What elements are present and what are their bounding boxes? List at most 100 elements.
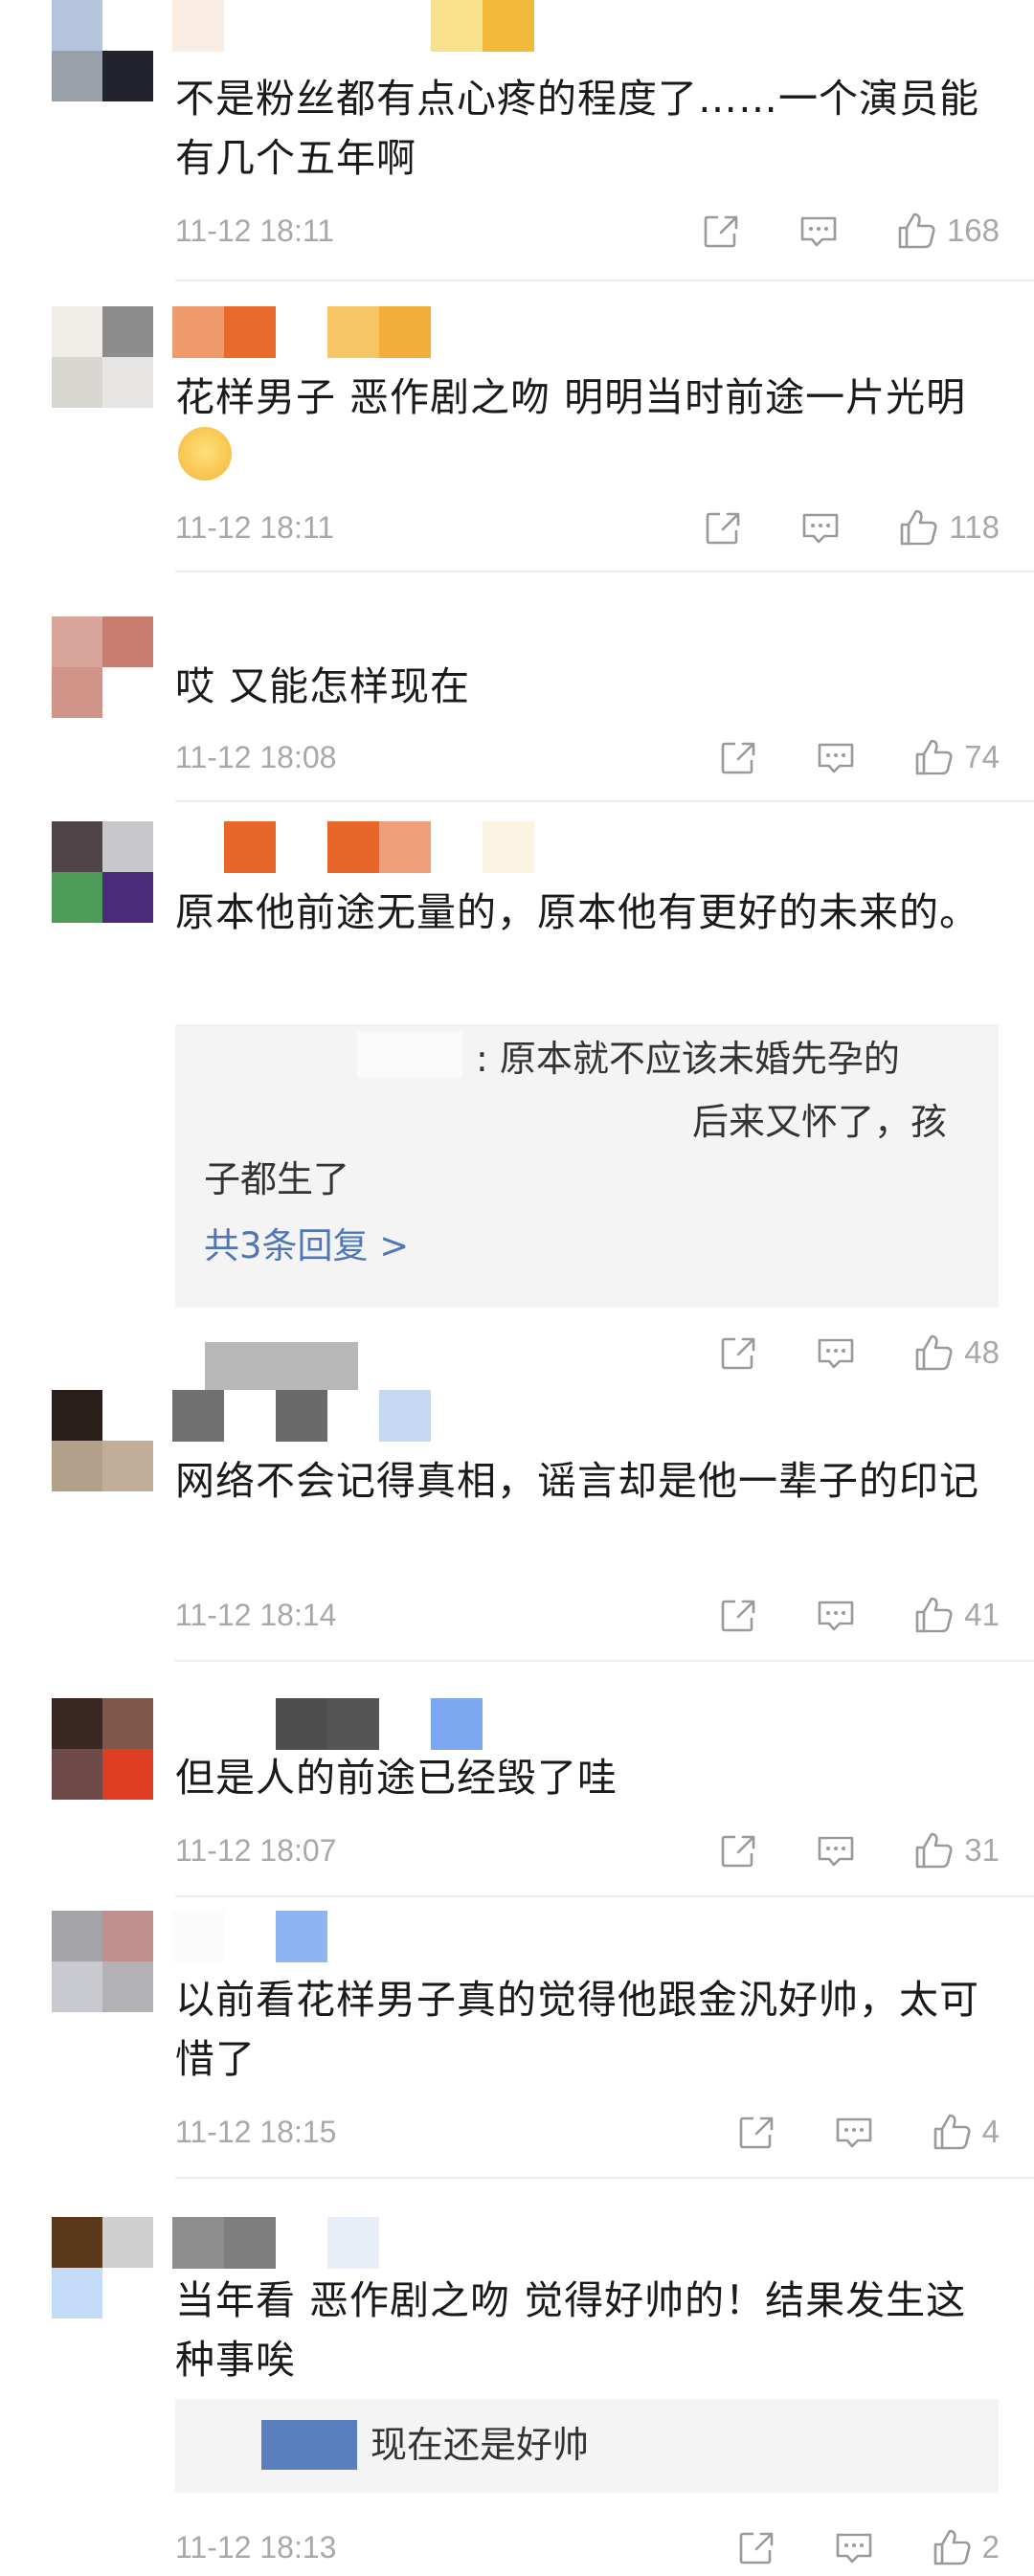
divider — [175, 1660, 1034, 1662]
comment-text: 但是人的前途已经毁了哇 — [175, 1755, 618, 1801]
avatar[interactable] — [52, 1698, 153, 1800]
share-icon — [721, 1835, 755, 1868]
username-blurred[interactable] — [172, 1911, 379, 1962]
like-button[interactable]: 31 — [912, 1829, 1000, 1871]
action-bar: 2 — [680, 2523, 1000, 2571]
share-button[interactable] — [735, 2111, 777, 2153]
like-count: 2 — [981, 2529, 1000, 2565]
comment-icon — [818, 1836, 854, 1867]
avatar[interactable] — [52, 0, 153, 101]
like-icon — [915, 739, 953, 775]
reply-button[interactable] — [815, 1829, 857, 1871]
reply-button[interactable] — [798, 210, 840, 252]
share-button[interactable] — [735, 2526, 777, 2568]
reply-preview[interactable]: 现在还是好帅 — [175, 2399, 999, 2493]
divider — [175, 571, 1034, 572]
reply-username-blurred — [357, 1032, 462, 1078]
reply-text-1: 现在还是好帅 — [371, 2424, 590, 2466]
comment-text: 原本他前途无量的，原本他有更好的未来的。 — [175, 889, 979, 935]
reply-button[interactable] — [833, 2111, 875, 2153]
divider — [175, 2177, 1034, 2179]
username-blurred[interactable] — [172, 821, 534, 873]
timestamp: 11-12 18:11 — [175, 213, 335, 248]
action-bar: 48 — [662, 1329, 1000, 1377]
username-blurred[interactable] — [172, 0, 534, 52]
username-blurred[interactable] — [172, 2217, 379, 2269]
share-button[interactable] — [717, 736, 759, 778]
share-button[interactable] — [702, 506, 744, 549]
action-bar: 168 — [644, 207, 1000, 255]
comment-meta: 11-12 18:08 74 — [175, 733, 1000, 781]
like-button[interactable]: 168 — [895, 210, 1000, 252]
action-bar: 74 — [662, 733, 1000, 781]
comment-text: 网络不会记得真相，谣言却是他一辈子的印记 — [175, 1458, 979, 1504]
username-blurred[interactable] — [205, 1342, 358, 1394]
reply-text-1: : 原本就不应该未婚先孕的 — [476, 1038, 900, 1080]
comment-icon — [836, 2117, 871, 2148]
comment-meta: 11-12 18:14 41 — [175, 1591, 1000, 1639]
comment-text: 不是粉丝都有点心疼的程度了……一个演员能有几个五年啊 — [175, 76, 979, 181]
like-count: 168 — [946, 213, 1000, 248]
timestamp: 11-12 18:11 — [175, 510, 335, 545]
comment-meta: 11-12 18:13 2 — [175, 2523, 1000, 2571]
like-count: 74 — [964, 739, 1000, 774]
comment-text: 花样男子 恶作剧之吻 明明当时前途一片光明 — [175, 374, 967, 420]
comment-text: 哎 又能怎样现在 — [175, 663, 471, 709]
comment-text: 当年看 恶作剧之吻 觉得好帅的！结果发生这种事唉 — [175, 2277, 967, 2383]
share-icon — [707, 512, 740, 545]
divider — [175, 280, 1034, 281]
crying-emoji-icon — [178, 427, 232, 481]
like-icon — [898, 213, 935, 249]
like-icon — [915, 1597, 953, 1633]
like-count: 31 — [964, 1832, 1000, 1868]
reply-text-3: 子都生了 — [204, 1158, 350, 1200]
avatar[interactable] — [52, 1390, 153, 1491]
timestamp: 11-12 18:14 — [175, 1598, 337, 1632]
username-blurred[interactable] — [172, 1390, 431, 1442]
comment-icon — [803, 513, 839, 544]
comment-meta: 11-12 18:11 118 — [175, 504, 1000, 551]
share-button[interactable] — [717, 1829, 759, 1871]
share-icon — [739, 2532, 773, 2565]
share-icon — [721, 1337, 755, 1370]
action-bar: 118 — [646, 504, 1000, 551]
avatar[interactable] — [52, 2217, 153, 2318]
comment-icon — [818, 1338, 854, 1369]
comment-icon — [836, 2533, 871, 2564]
like-icon — [933, 2114, 971, 2150]
like-count: 4 — [981, 2114, 1000, 2149]
view-all-replies-link[interactable]: 共3条回复 > — [204, 1220, 409, 1273]
action-bar: 31 — [662, 1826, 1000, 1874]
username-blurred[interactable] — [172, 1698, 483, 1750]
like-button[interactable]: 2 — [931, 2526, 1000, 2568]
comment-icon — [818, 743, 854, 773]
like-button[interactable]: 48 — [912, 1332, 1000, 1374]
avatar[interactable] — [52, 306, 153, 408]
reply-preview[interactable]: : 原本就不应该未婚先孕的 后来又怀了，孩 子都生了 共3条回复 > — [175, 1024, 999, 1308]
comment-icon — [800, 216, 837, 247]
share-button[interactable] — [717, 1332, 759, 1374]
avatar[interactable] — [52, 616, 153, 718]
timestamp: 11-12 18:07 — [175, 1833, 337, 1868]
like-button[interactable]: 74 — [912, 736, 1000, 778]
reply-button[interactable] — [815, 1594, 857, 1636]
share-icon — [721, 1600, 755, 1632]
reply-button[interactable] — [815, 736, 857, 778]
like-icon — [915, 1832, 953, 1869]
like-button[interactable]: 4 — [931, 2111, 1000, 2153]
avatar[interactable] — [52, 821, 153, 923]
reply-button[interactable] — [799, 506, 842, 549]
timestamp: 11-12 18:08 — [175, 740, 337, 774]
like-button[interactable]: 118 — [897, 506, 1000, 549]
share-button[interactable] — [700, 210, 742, 252]
share-button[interactable] — [717, 1594, 759, 1636]
timestamp: 11-12 18:15 — [175, 2115, 337, 2149]
divider — [175, 800, 1034, 802]
reply-button[interactable] — [815, 1332, 857, 1374]
like-button[interactable]: 41 — [912, 1594, 1000, 1636]
reply-button[interactable] — [833, 2526, 875, 2568]
avatar[interactable] — [52, 1911, 153, 2012]
share-icon — [739, 2117, 773, 2149]
comment-meta: 11-12 18:15 4 — [175, 2108, 1000, 2156]
username-blurred[interactable] — [172, 306, 431, 358]
